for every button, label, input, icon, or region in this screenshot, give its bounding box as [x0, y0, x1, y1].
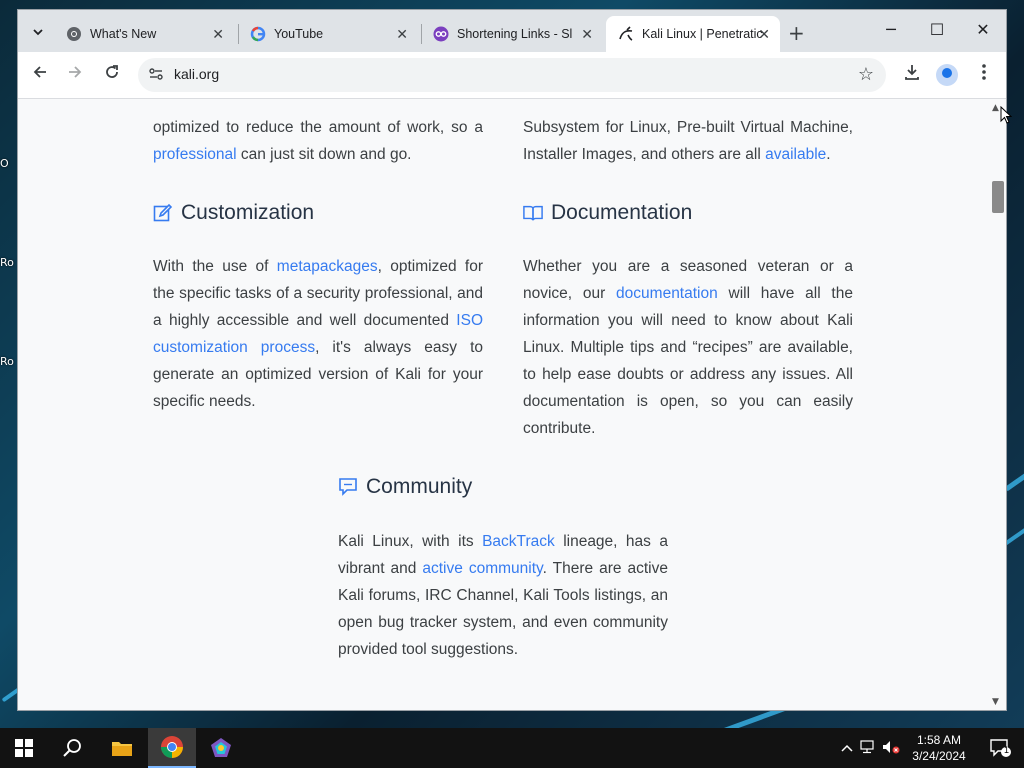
notification-count: 1	[1004, 745, 1010, 755]
forward-arrow-icon	[69, 66, 82, 78]
kali-dragon-icon	[618, 26, 634, 42]
file-explorer-button[interactable]	[98, 728, 146, 768]
desktop-icon-label[interactable]: Ro	[0, 355, 14, 368]
tab-whats-new[interactable]: What's New ✕	[54, 16, 234, 52]
folder-icon	[112, 742, 132, 756]
chevron-down-icon	[33, 29, 43, 36]
edit-icon	[153, 203, 173, 223]
desktop-icon-label[interactable]: O	[0, 157, 9, 170]
chrome-icon	[66, 26, 82, 42]
address-bar[interactable]: kali.org ☆	[138, 58, 886, 92]
scrollbar-thumb[interactable]	[992, 181, 1004, 213]
heading-text: Documentation	[551, 201, 693, 224]
mouse-cursor-icon	[1000, 106, 1012, 124]
maximize-button[interactable]: ☐	[917, 20, 957, 39]
tab-title: What's New	[90, 27, 157, 41]
customization-text: With the use of metapackages, optimized …	[153, 253, 483, 415]
feature-text-top-left: optimized to reduce the amount of work, …	[153, 114, 483, 168]
back-button[interactable]	[28, 63, 52, 87]
community-text: Kali Linux, with its BackTrack lineage, …	[338, 528, 668, 663]
close-icon[interactable]: ✕	[212, 26, 224, 43]
browser-toolbar: kali.org ☆	[18, 52, 1006, 99]
community-heading: Community	[338, 475, 472, 499]
site-info-icon[interactable]	[148, 66, 164, 86]
volume-muted-icon[interactable]	[880, 740, 902, 757]
more-vert-icon	[982, 64, 986, 80]
customization-heading: Customization	[153, 201, 314, 225]
documentation-heading: Documentation	[523, 201, 692, 225]
professional-link[interactable]: professional	[153, 146, 237, 163]
chevron-up-icon[interactable]	[838, 741, 856, 755]
chrome-taskbar-button[interactable]	[148, 728, 196, 768]
body-text: With the use of	[153, 258, 277, 275]
system-tray	[838, 728, 902, 768]
menu-button[interactable]	[971, 63, 997, 86]
bookmark-star-icon[interactable]: ☆	[858, 64, 874, 85]
page-scrollbar[interactable]: ▲ ▼	[988, 99, 1006, 710]
clock-date: 3/24/2024	[912, 749, 966, 763]
tab-youtube[interactable]: YouTube ✕	[238, 16, 418, 52]
action-center-button[interactable]: 1	[976, 728, 1024, 768]
download-icon	[905, 65, 919, 80]
body-text: .	[826, 146, 831, 163]
close-icon[interactable]: ✕	[758, 26, 770, 43]
chat-bubble-icon	[338, 477, 358, 497]
chrome-icon	[161, 736, 183, 758]
close-icon[interactable]: ✕	[396, 26, 408, 43]
network-icon[interactable]	[856, 739, 880, 757]
documentation-link[interactable]: documentation	[616, 285, 718, 302]
close-icon[interactable]: ✕	[581, 26, 593, 43]
scroll-up-arrow-icon[interactable]: ▲	[992, 103, 999, 113]
close-window-button[interactable]: ✕	[963, 20, 1003, 39]
tab-title: YouTube	[274, 27, 324, 41]
app-taskbar-button[interactable]	[197, 728, 245, 768]
profile-avatar-icon[interactable]	[936, 64, 958, 86]
body-text: will have all the information you will n…	[523, 285, 853, 437]
tab-strip: What's New ✕ YouTube ✕ Shortening Links …	[18, 10, 1006, 52]
google-icon	[250, 26, 266, 42]
heading-text: Customization	[181, 201, 315, 224]
backtrack-link[interactable]: BackTrack	[482, 533, 555, 550]
minimize-button[interactable]: ─	[871, 20, 911, 39]
body-text: optimized to reduce the amount of work, …	[153, 119, 483, 136]
pentagon-app-icon	[211, 738, 231, 757]
browser-window: What's New ✕ YouTube ✕ Shortening Links …	[18, 10, 1012, 710]
page-content: optimized to reduce the amount of work, …	[18, 99, 988, 710]
taskbar-clock[interactable]: 1:58 AM 3/24/2024	[908, 732, 970, 764]
tab-search-button[interactable]	[26, 20, 50, 44]
forward-button[interactable]	[63, 63, 87, 87]
active-community-link[interactable]: active community	[422, 560, 542, 577]
body-text: can just sit down and go.	[236, 146, 412, 163]
tab-title: Shortening Links - Sl	[457, 27, 573, 41]
desktop-icon-label[interactable]: Ro	[0, 256, 14, 269]
body-text: Kali Linux, with its	[338, 533, 483, 550]
windows-logo-icon	[15, 739, 33, 757]
back-arrow-icon	[33, 66, 46, 78]
start-button[interactable]	[0, 728, 48, 768]
metapackages-link[interactable]: metapackages	[277, 258, 378, 275]
search-icon	[63, 739, 81, 757]
tab-shortening-links[interactable]: Shortening Links - Sl ✕	[421, 16, 603, 52]
available-link[interactable]: available	[765, 146, 826, 163]
tab-kali-linux[interactable]: Kali Linux | Penetratic ✕	[606, 16, 780, 52]
book-icon	[523, 203, 543, 223]
reload-button[interactable]	[100, 63, 124, 87]
url-text[interactable]: kali.org	[174, 66, 219, 82]
tab-title: Kali Linux | Penetratic	[642, 27, 763, 41]
link-shortener-icon	[433, 26, 449, 42]
clock-time: 1:58 AM	[916, 733, 962, 747]
downloads-button[interactable]	[899, 63, 925, 86]
reload-icon	[106, 65, 118, 78]
search-button[interactable]	[48, 728, 96, 768]
documentation-text: Whether you are a seasoned veteran or a …	[523, 253, 853, 442]
new-tab-button[interactable]: +	[788, 21, 805, 45]
heading-text: Community	[366, 475, 473, 498]
taskbar: 1:58 AM 3/24/2024 1	[0, 728, 1024, 768]
scroll-down-arrow-icon[interactable]: ▼	[992, 697, 999, 707]
feature-text-top-right: Subsystem for Linux, Pre-built Virtual M…	[523, 114, 853, 168]
